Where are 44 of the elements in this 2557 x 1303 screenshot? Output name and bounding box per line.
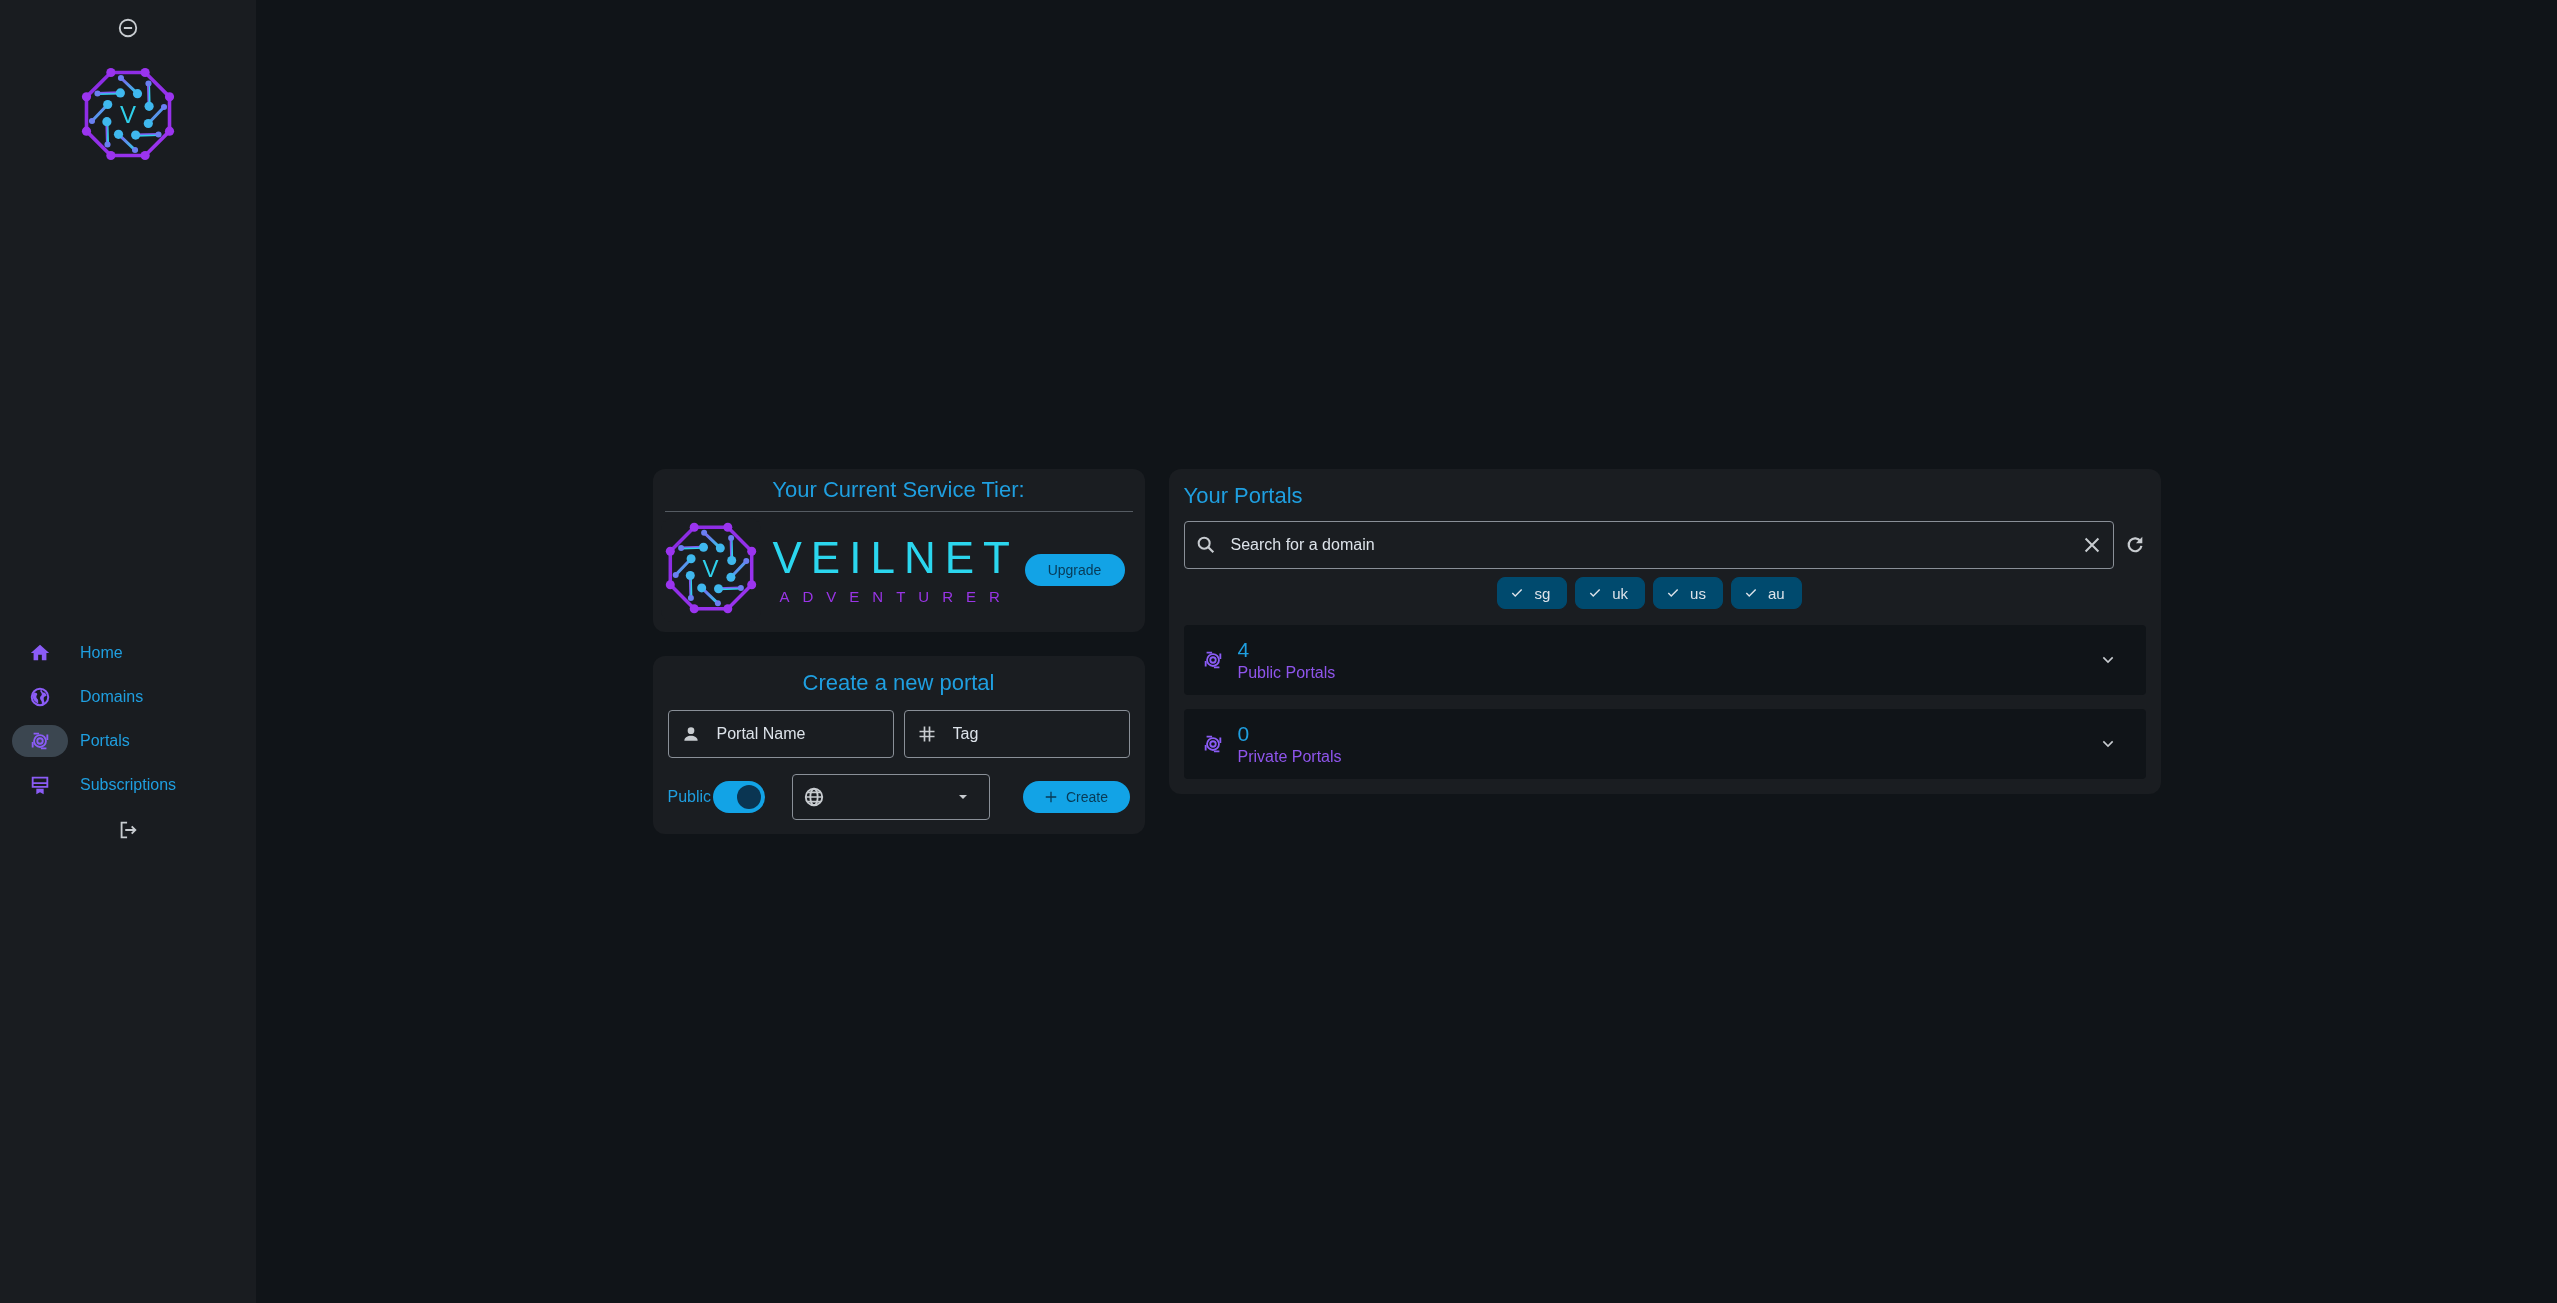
portal-name-field[interactable]: Portal Name <box>667 710 894 758</box>
region-chip[interactable]: us <box>1653 577 1723 609</box>
check-icon <box>1510 586 1525 600</box>
plus-icon <box>1044 790 1058 804</box>
logo-letter: V <box>702 554 719 583</box>
nav-label: Portals <box>80 732 130 750</box>
portal-icon <box>29 730 51 752</box>
tag-field[interactable]: Tag <box>903 710 1130 758</box>
tag-field[interactable]: Tag <box>952 711 1117 757</box>
check-icon <box>1743 586 1758 600</box>
nav-label: Home <box>80 644 123 662</box>
brand-name: VEILNET <box>772 535 1019 580</box>
card-title: Your Current Service Tier: <box>771 477 1026 503</box>
group-label: Private Portals <box>1237 748 1342 766</box>
group-label: Public Portals <box>1237 664 1336 682</box>
portal-group[interactable]: 0 Private Portals <box>1183 709 2146 779</box>
globe-icon <box>29 686 51 708</box>
public-toggle[interactable] <box>713 781 766 813</box>
create-button[interactable]: Create <box>1022 781 1130 813</box>
card-title: Your Portals <box>1183 483 1304 509</box>
nav-item[interactable]: Subscriptions <box>0 763 256 807</box>
toggle-label: Public <box>667 788 712 806</box>
nav-item[interactable]: Home <box>0 631 256 675</box>
region-chip[interactable]: au <box>1730 577 1802 609</box>
portal-group[interactable]: 4 Public Portals <box>1183 625 2146 695</box>
tier-name: ADVENTURER <box>779 587 1013 605</box>
portal-count: 0 <box>1237 722 1251 746</box>
globe-icon <box>803 786 826 808</box>
collapse-icon[interactable] <box>117 17 139 39</box>
portal-name-field[interactable]: Portal Name <box>716 711 881 757</box>
upgrade-button[interactable]: Upgrade <box>1024 554 1125 586</box>
check-icon <box>1588 586 1603 600</box>
portal-count: 4 <box>1237 638 1251 662</box>
nav-label: Subscriptions <box>80 776 177 794</box>
nav-item[interactable]: Domains <box>0 675 256 719</box>
nav-label: Domains <box>80 688 144 706</box>
region-chip[interactable]: sg <box>1497 577 1568 609</box>
nav-item[interactable]: Portals <box>0 719 256 763</box>
region-select[interactable] <box>792 774 991 820</box>
logo-letter: V <box>120 100 136 129</box>
card-title: Create a new portal <box>801 670 996 696</box>
region-chip[interactable]: uk <box>1575 577 1646 609</box>
subscription-icon <box>29 774 51 796</box>
check-icon <box>1666 586 1681 600</box>
